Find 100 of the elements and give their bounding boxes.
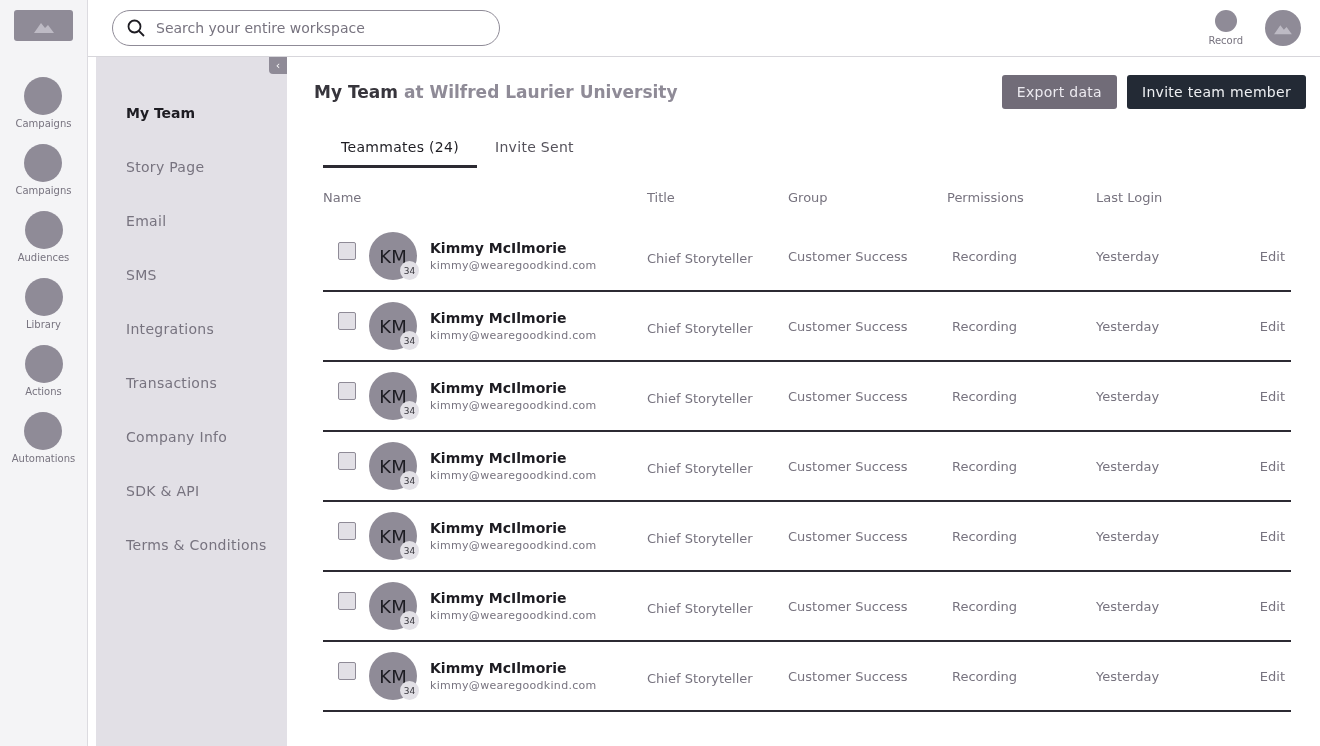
- invite-button[interactable]: Invite team member: [1126, 75, 1306, 109]
- rail-nav-item[interactable]: Actions: [24, 345, 63, 397]
- table-cell-text: Customer Success: [788, 318, 909, 334]
- sidebar-item[interactable]: Terms & Conditions: [96, 518, 297, 572]
- search-icon: [127, 19, 145, 37]
- rail-nav-item[interactable]: Library: [24, 278, 63, 330]
- table-cell-text: Customer Success: [788, 248, 909, 264]
- user-avatar: KM 34: [369, 372, 417, 420]
- sidebar-item[interactable]: Integrations: [96, 302, 245, 356]
- circle-icon: [24, 412, 63, 450]
- table-cell-text: Yesterday: [1096, 598, 1161, 614]
- table-cell-text: Yesterday: [1096, 248, 1161, 264]
- table-cell-text: Recording: [952, 668, 1019, 684]
- member-email: kimmy@wearegoodkind.com: [430, 609, 597, 622]
- sidebar-item[interactable]: Email: [96, 194, 197, 248]
- table-cell-text: Recording: [952, 528, 1019, 544]
- tab[interactable]: Invite Sent: [477, 131, 592, 168]
- column-header: Permissions: [947, 190, 1025, 205]
- logo[interactable]: [14, 10, 73, 41]
- member-name: Kimmy McIlmorie: [430, 310, 568, 326]
- edit-link[interactable]: Edit: [1259, 248, 1285, 264]
- table-cell-text: Chief Storyteller: [647, 249, 754, 266]
- user-avatar: KM 34: [369, 582, 417, 630]
- circle-icon: [24, 77, 63, 115]
- sidebar-item[interactable]: Company Info: [96, 410, 258, 464]
- export-button[interactable]: Export data: [1001, 75, 1117, 109]
- member-email: kimmy@wearegoodkind.com: [430, 469, 597, 482]
- table-cell-text: Customer Success: [788, 458, 909, 474]
- member-name: Kimmy McIlmorie: [430, 450, 568, 466]
- member-name: Kimmy McIlmorie: [430, 660, 568, 676]
- table-cell-text: Recording: [952, 318, 1019, 334]
- sidebar-item[interactable]: Transactions: [96, 356, 247, 410]
- member-email: kimmy@wearegoodkind.com: [430, 679, 597, 692]
- row-checkbox[interactable]: [338, 522, 356, 540]
- record-button[interactable]: Record: [1208, 10, 1243, 46]
- member-name: Kimmy McIlmorie: [430, 520, 568, 536]
- row-checkbox[interactable]: [338, 452, 356, 470]
- user-avatar[interactable]: [1265, 10, 1301, 46]
- table-cell-text: Customer Success: [788, 668, 909, 684]
- sidebar-item[interactable]: SMS: [96, 248, 187, 302]
- sidebar-item[interactable]: My Team: [96, 86, 226, 140]
- user-avatar: KM 34: [369, 442, 417, 490]
- circle-icon: [24, 211, 63, 249]
- member-name: Kimmy McIlmorie: [430, 380, 568, 396]
- rail-nav-item[interactable]: Campaigns: [15, 77, 72, 129]
- table-cell-text: Yesterday: [1096, 458, 1161, 474]
- table-cell-text: Chief Storyteller: [647, 529, 754, 546]
- member-name: Kimmy McIlmorie: [430, 590, 568, 606]
- edit-link[interactable]: Edit: [1259, 528, 1285, 544]
- row-checkbox[interactable]: [338, 242, 356, 260]
- rail-nav-item[interactable]: Audiences: [17, 211, 70, 263]
- rail-nav-item[interactable]: Automations: [11, 412, 76, 464]
- member-email: kimmy@wearegoodkind.com: [430, 539, 597, 552]
- column-header: Title: [647, 190, 676, 205]
- row-checkbox[interactable]: [338, 662, 356, 680]
- table-cell-text: Customer Success: [788, 598, 909, 614]
- table-cell-text: Recording: [952, 388, 1019, 404]
- member-email: kimmy@wearegoodkind.com: [430, 399, 597, 412]
- table-cell-text: Chief Storyteller: [647, 599, 754, 616]
- edit-link[interactable]: Edit: [1259, 598, 1285, 614]
- row-checkbox[interactable]: [338, 312, 356, 330]
- table-cell-text: Recording: [952, 248, 1019, 264]
- table-cell-text: Chief Storyteller: [647, 389, 754, 406]
- user-avatar: KM 34: [369, 512, 417, 560]
- circle-icon: [24, 278, 63, 316]
- table-cell-text: Customer Success: [788, 528, 909, 544]
- table-cell-text: Recording: [952, 458, 1019, 474]
- user-avatar: KM 34: [369, 232, 417, 280]
- column-header: Name: [323, 190, 363, 205]
- member-name: Kimmy McIlmorie: [430, 240, 568, 256]
- table-cell-text: Chief Storyteller: [647, 669, 754, 686]
- table-cell-text: Customer Success: [788, 388, 909, 404]
- row-checkbox[interactable]: [338, 592, 356, 610]
- page-title: My Team at Wilfred Laurier University: [314, 82, 678, 102]
- table-cell-text: Chief Storyteller: [647, 319, 754, 336]
- table-cell-text: Chief Storyteller: [647, 459, 754, 476]
- collapse-button[interactable]: ‹: [269, 57, 287, 74]
- table-cell-text: Yesterday: [1096, 668, 1161, 684]
- sidebar-item[interactable]: Story Page: [96, 140, 235, 194]
- sidebar-item[interactable]: SDK & API: [96, 464, 230, 518]
- member-email: kimmy@wearegoodkind.com: [430, 329, 597, 342]
- table-cell-text: Yesterday: [1096, 528, 1161, 544]
- tab[interactable]: Teammates (24): [323, 131, 477, 168]
- table-cell-text: Yesterday: [1096, 318, 1161, 334]
- table-cell-text: Yesterday: [1096, 388, 1161, 404]
- member-email: kimmy@wearegoodkind.com: [430, 259, 597, 272]
- rail-nav-item[interactable]: Campaigns: [15, 144, 72, 196]
- edit-link[interactable]: Edit: [1259, 318, 1285, 334]
- edit-link[interactable]: Edit: [1259, 668, 1285, 684]
- circle-icon: [24, 345, 63, 383]
- search-field[interactable]: Search your entire workspace: [112, 10, 500, 46]
- user-avatar: KM 34: [369, 652, 417, 700]
- table-cell-text: Recording: [952, 598, 1019, 614]
- user-avatar: KM 34: [369, 302, 417, 350]
- circle-icon: [24, 144, 63, 182]
- column-header: Last Login: [1096, 190, 1164, 205]
- row-checkbox[interactable]: [338, 382, 356, 400]
- column-header: Group: [788, 190, 829, 205]
- edit-link[interactable]: Edit: [1259, 388, 1285, 404]
- edit-link[interactable]: Edit: [1259, 458, 1285, 474]
